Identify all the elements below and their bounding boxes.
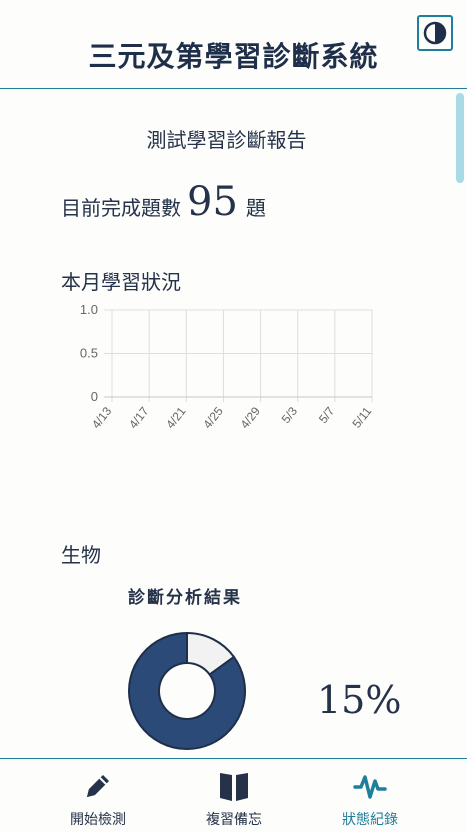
monthly-status-title: 本月學習狀況 [61, 270, 181, 294]
subject-title: 生物 [61, 543, 101, 567]
main-content[interactable]: 測試學習診斷報告 目前完成題數 95 題 本月學習狀況 4/13 4/17 4/21… [0, 90, 467, 758]
y-tick-label: 0.5 [80, 346, 98, 361]
monthly-line-chart: 4/13 4/17 4/21 4/25 4/29 5/3 5/7 5/11 1.0 0.5 0 [80, 302, 375, 431]
x-tick-label: 4/13 [89, 404, 115, 431]
nav-label-review-notes: 複習備忘 [206, 812, 262, 828]
nav-start-test[interactable]: 開始檢測 [38, 759, 158, 833]
app-header: 三元及第學習診斷系統 [0, 0, 467, 89]
y-tick-label: 0 [91, 389, 98, 404]
report-title: 測試學習診斷報告 [146, 128, 307, 152]
diagnosis-percent: 15% [317, 678, 402, 722]
x-tick-label: 4/25 [200, 404, 226, 431]
app-title: 三元及第學習診斷系統 [88, 40, 379, 73]
completed-count: 95 [187, 179, 238, 225]
book-icon [217, 769, 251, 803]
nav-label-status-log: 狀態紀錄 [342, 812, 398, 828]
nav-status-log[interactable]: 狀態紀錄 [310, 759, 430, 833]
theme-toggle-button[interactable] [417, 15, 453, 51]
x-tick-label: 4/21 [163, 404, 189, 431]
completed-count-line: 目前完成題數 95 題 [61, 182, 266, 222]
x-tick-label: 5/11 [349, 404, 374, 431]
activity-icon [353, 769, 387, 803]
x-tick-label: 5/7 [316, 404, 338, 426]
nav-label-start-test: 開始檢測 [70, 812, 126, 828]
x-tick-label: 4/29 [238, 404, 264, 431]
diagnosis-chart-title: 診斷分析結果 [128, 588, 242, 608]
bottom-nav: 開始檢測 複習備忘 狀態紀錄 [0, 758, 467, 833]
y-tick-label: 1.0 [80, 302, 98, 317]
pencil-icon [81, 769, 115, 803]
x-tick-label: 4/17 [126, 404, 152, 431]
diagnosis-donut-chart [128, 631, 246, 750]
scrollbar-thumb[interactable] [456, 93, 464, 183]
nav-review-notes[interactable]: 複習備忘 [174, 759, 294, 833]
completed-label: 目前完成題數 [61, 196, 181, 220]
contrast-icon [423, 21, 447, 45]
x-tick-label: 5/3 [279, 404, 301, 426]
completed-unit: 題 [245, 196, 266, 220]
